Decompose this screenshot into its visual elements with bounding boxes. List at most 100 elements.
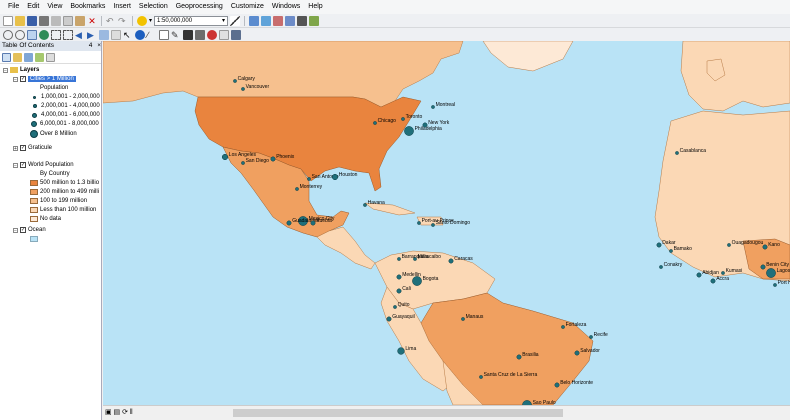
- options-icon[interactable]: [46, 52, 55, 62]
- world-population-layer-label[interactable]: World Population: [28, 162, 74, 168]
- collapse-cities-icon[interactable]: −: [13, 76, 18, 82]
- city-marker[interactable]: [675, 151, 679, 155]
- expand-graticule-icon[interactable]: +: [13, 145, 18, 151]
- menu-selection[interactable]: Selection: [135, 0, 172, 14]
- catalog-icon[interactable]: [261, 15, 272, 26]
- search-window-icon[interactable]: [273, 15, 284, 26]
- city-marker[interactable]: [310, 220, 316, 226]
- find-icon[interactable]: [159, 29, 169, 40]
- city-marker[interactable]: [773, 283, 777, 287]
- redo-icon[interactable]: ↷: [118, 16, 128, 26]
- world-population-visibility-checkbox[interactable]: ✓: [20, 162, 26, 168]
- open-folder-icon[interactable]: [15, 15, 25, 26]
- city-marker[interactable]: [397, 257, 401, 261]
- city-marker[interactable]: [561, 325, 565, 329]
- save-icon[interactable]: [27, 15, 37, 26]
- city-marker[interactable]: [659, 265, 663, 269]
- city-marker[interactable]: [721, 271, 725, 275]
- list-by-visibility-icon[interactable]: [24, 52, 33, 62]
- city-marker[interactable]: [479, 375, 483, 379]
- list-by-selection-icon[interactable]: [35, 52, 44, 62]
- model-builder-icon[interactable]: [309, 15, 320, 26]
- ocean-layer-label[interactable]: Ocean: [28, 227, 46, 233]
- table-of-contents-icon[interactable]: [249, 15, 260, 26]
- delete-icon[interactable]: ✕: [87, 16, 97, 26]
- menu-geoprocessing[interactable]: Geoprocessing: [172, 0, 227, 14]
- select-elements-icon[interactable]: ↖: [123, 30, 133, 40]
- select-features-icon[interactable]: [99, 29, 109, 40]
- back-extent-icon[interactable]: ◀: [75, 30, 85, 40]
- graticule-layer-label[interactable]: Graticule: [28, 145, 52, 151]
- zoom-in-icon[interactable]: [3, 29, 13, 40]
- print-icon[interactable]: [39, 15, 49, 26]
- fixed-zoom-in-icon[interactable]: [51, 29, 61, 40]
- map-view[interactable]: Vancouver Calgary Montreal Toronto Chicago Ne…: [103, 41, 790, 405]
- map-scale-input[interactable]: 1:50,000,000: [154, 15, 229, 26]
- python-window-icon[interactable]: [297, 15, 308, 26]
- menu-file[interactable]: File: [4, 0, 23, 14]
- city-marker[interactable]: [762, 244, 768, 250]
- city-marker[interactable]: [589, 335, 593, 339]
- city-marker[interactable]: [669, 249, 673, 253]
- list-by-source-icon[interactable]: [13, 52, 22, 62]
- city-marker[interactable]: [286, 220, 292, 226]
- city-marker[interactable]: [397, 347, 405, 355]
- editor-toolbar-icon[interactable]: [230, 15, 241, 26]
- add-data-icon[interactable]: [137, 15, 147, 26]
- graticule-visibility-checkbox[interactable]: ✓: [20, 145, 26, 151]
- go-to-xy-icon[interactable]: [195, 29, 205, 40]
- ocean-visibility-checkbox[interactable]: ✓: [20, 227, 26, 233]
- viewer-window-icon[interactable]: [219, 29, 229, 40]
- city-marker[interactable]: [404, 126, 414, 136]
- city-marker[interactable]: [396, 274, 402, 280]
- menu-customize[interactable]: Customize: [227, 0, 268, 14]
- map-canvas[interactable]: VancouverCalgaryMontrealTorontoChicago Ne…: [103, 41, 790, 405]
- city-marker[interactable]: [412, 276, 422, 286]
- city-marker[interactable]: [307, 177, 311, 181]
- city-marker[interactable]: [554, 382, 560, 388]
- arctoolbox-icon[interactable]: [285, 15, 296, 26]
- city-marker[interactable]: [656, 242, 662, 248]
- paste-icon[interactable]: [75, 15, 85, 26]
- city-marker[interactable]: [241, 87, 245, 91]
- city-marker[interactable]: [331, 173, 339, 181]
- pin-icon[interactable]: 4: [89, 42, 93, 49]
- city-marker[interactable]: [221, 153, 229, 161]
- city-marker[interactable]: [270, 156, 276, 162]
- collapse-world-population-icon[interactable]: −: [13, 162, 18, 168]
- city-marker[interactable]: [241, 161, 245, 165]
- layout-view-buttons[interactable]: ▣ ▤ ⟳ ‖: [105, 408, 133, 416]
- pan-icon[interactable]: [27, 29, 37, 40]
- list-by-drawing-order-icon[interactable]: [2, 52, 11, 62]
- city-marker[interactable]: [295, 187, 299, 191]
- city-marker[interactable]: [760, 264, 766, 270]
- menu-windows[interactable]: Windows: [268, 0, 304, 14]
- menu-insert[interactable]: Insert: [109, 0, 135, 14]
- create-viewer-icon[interactable]: [231, 29, 241, 40]
- city-marker[interactable]: [461, 317, 465, 321]
- city-marker[interactable]: [396, 288, 402, 294]
- identify-icon[interactable]: [135, 29, 145, 40]
- city-marker[interactable]: [766, 268, 776, 278]
- city-marker[interactable]: [431, 105, 435, 109]
- fixed-zoom-out-icon[interactable]: [63, 29, 73, 40]
- layers-root-label[interactable]: Layers: [20, 67, 39, 73]
- collapse-ocean-icon[interactable]: −: [13, 227, 18, 233]
- city-marker[interactable]: [363, 203, 367, 207]
- menu-edit[interactable]: Edit: [23, 0, 43, 14]
- city-marker[interactable]: [417, 221, 421, 225]
- undo-icon[interactable]: ↶: [106, 16, 116, 26]
- full-extent-icon[interactable]: [39, 29, 49, 40]
- cities-visibility-checkbox[interactable]: ✓: [20, 76, 26, 82]
- city-marker[interactable]: [727, 243, 731, 247]
- menu-bookmarks[interactable]: Bookmarks: [66, 0, 109, 14]
- time-slider-icon[interactable]: [207, 29, 217, 40]
- city-marker[interactable]: [401, 117, 405, 121]
- city-marker[interactable]: [696, 272, 702, 278]
- city-marker[interactable]: [516, 354, 522, 360]
- add-data-dropdown-icon[interactable]: ▾: [149, 17, 152, 24]
- menu-view[interactable]: View: [43, 0, 66, 14]
- city-marker[interactable]: [233, 79, 237, 83]
- city-marker[interactable]: [448, 258, 454, 264]
- city-marker[interactable]: [431, 223, 435, 227]
